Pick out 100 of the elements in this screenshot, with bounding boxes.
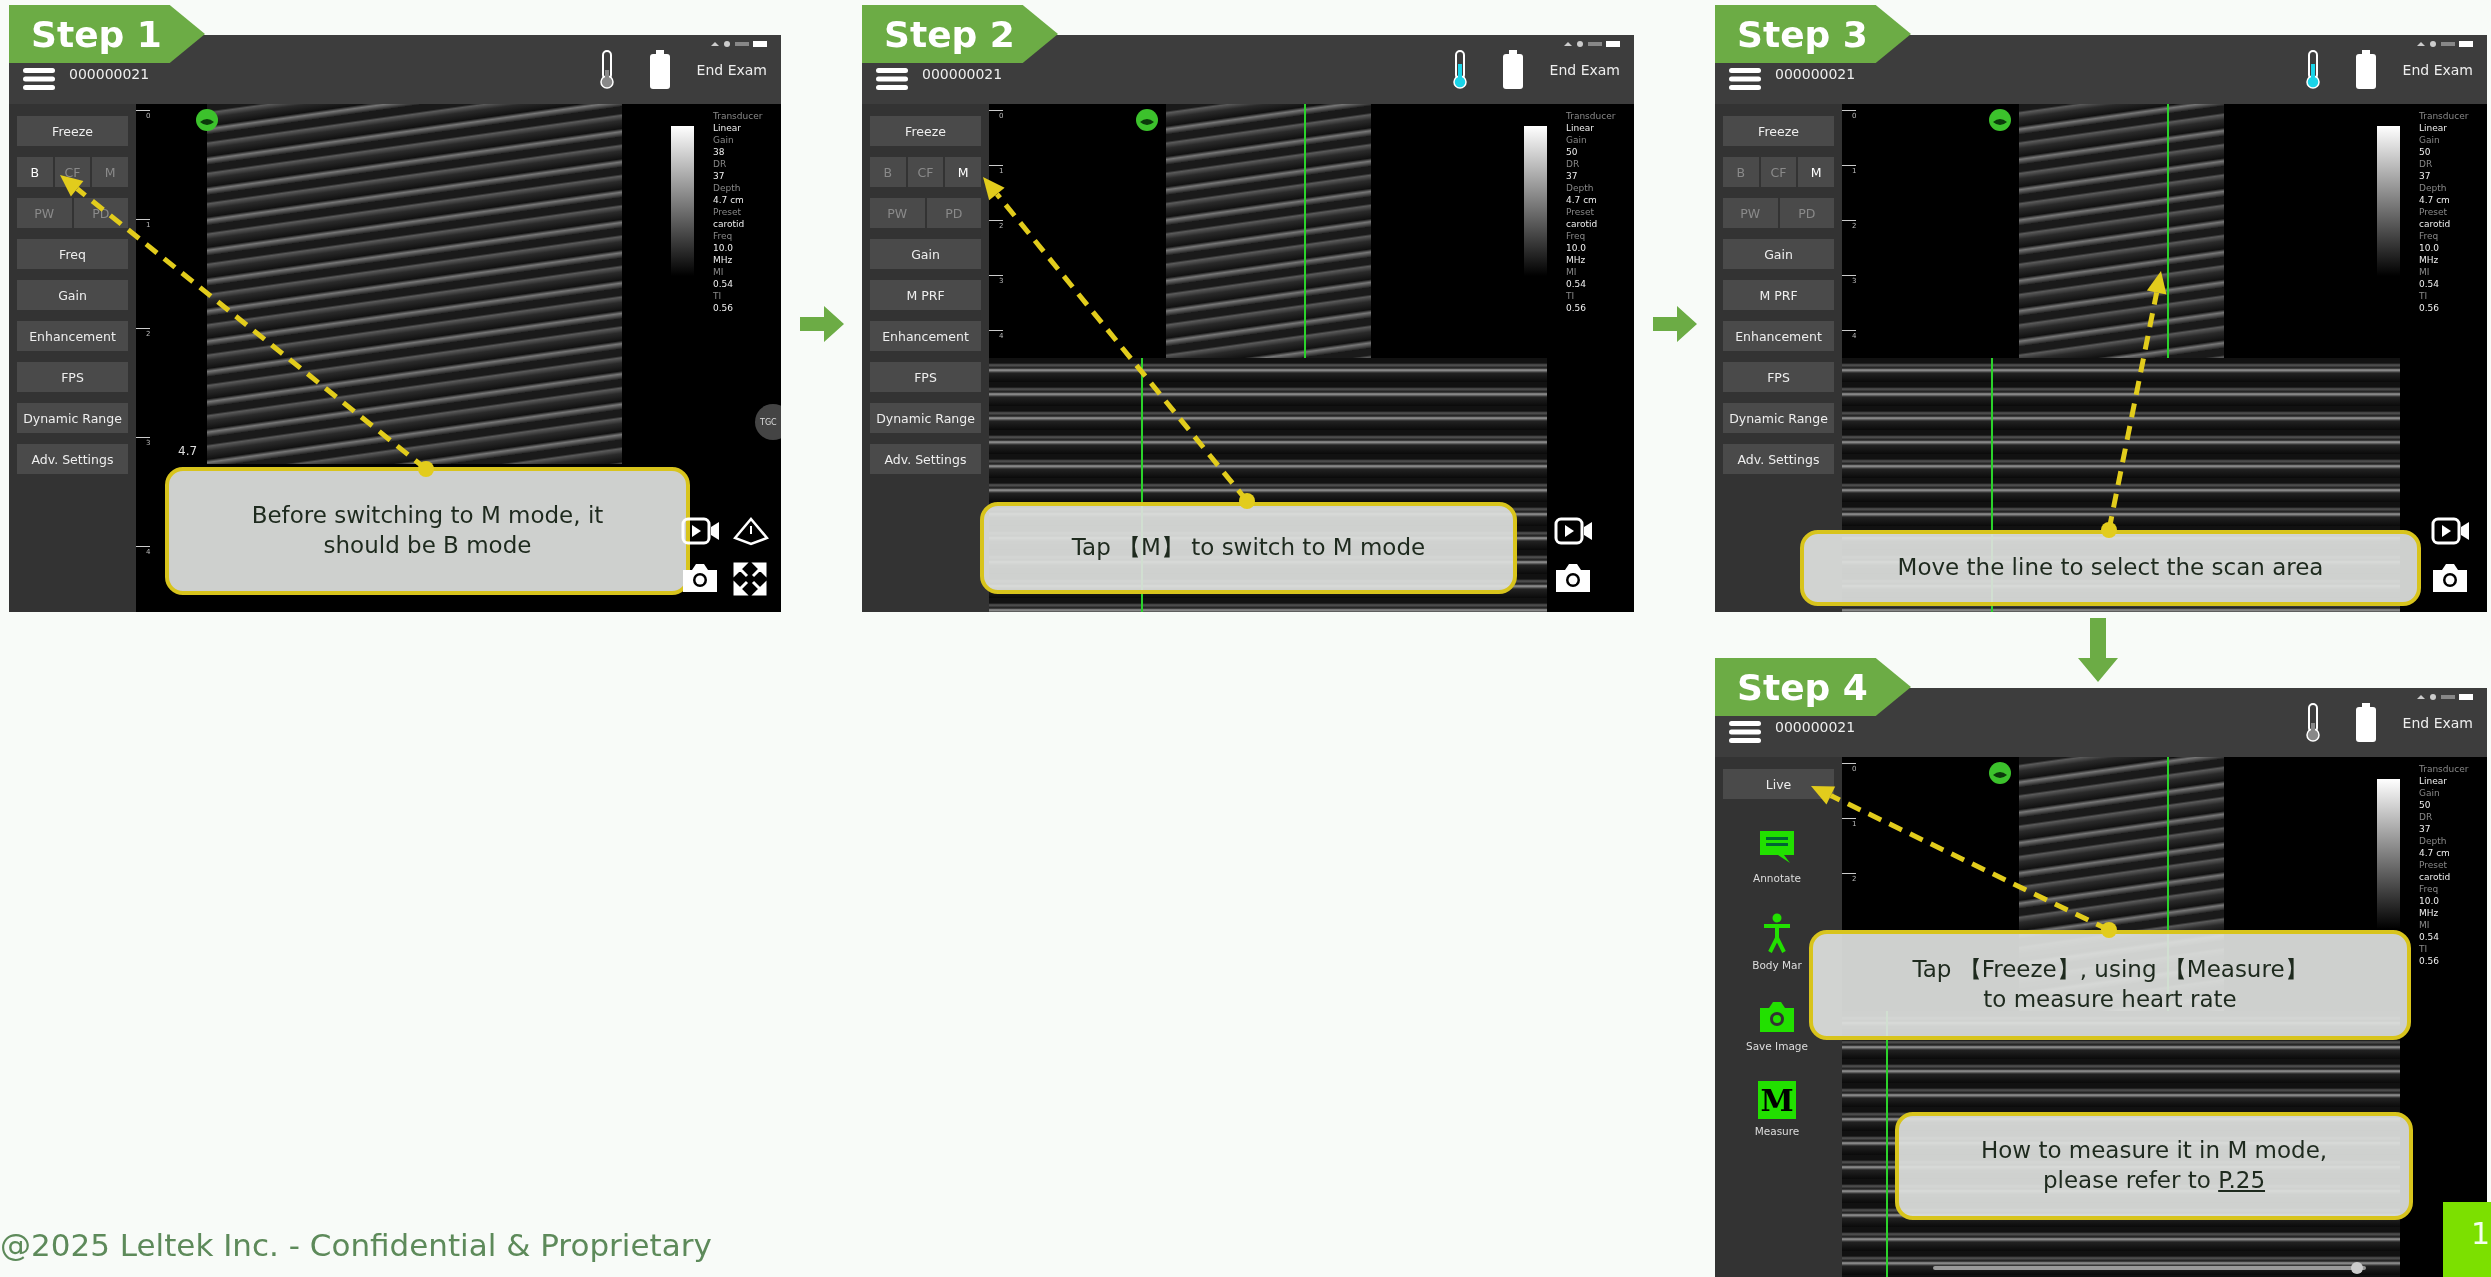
param-value: 10.0 xyxy=(713,242,735,254)
menu-icon[interactable] xyxy=(23,68,55,90)
param-value: 37 xyxy=(1566,170,1579,182)
sidebar-button[interactable]: Live xyxy=(1723,769,1834,799)
param-value: Linear xyxy=(1566,122,1595,134)
param-label: MI xyxy=(1566,266,1578,278)
sidebar-button[interactable]: Freeze xyxy=(17,116,128,146)
tgc-button[interactable]: TGC xyxy=(755,404,781,440)
sidebar-button[interactable]: Gain xyxy=(1723,239,1834,269)
tool-button[interactable]: M Measure xyxy=(1747,1081,1807,1137)
sidebar-button[interactable]: Adv. Settings xyxy=(870,444,981,474)
sidebar-button[interactable]: Enhancement xyxy=(17,321,128,351)
video-record-icon[interactable] xyxy=(2431,516,2471,546)
sidebar-button[interactable]: Dynamic Range xyxy=(870,403,981,433)
camera-icon xyxy=(1758,1000,1796,1034)
param-value: 4.7 cm xyxy=(713,194,745,206)
battery-icon xyxy=(648,49,671,90)
sidebar-button[interactable]: Freeze xyxy=(1723,116,1834,146)
tool-button[interactable]: Annotate xyxy=(1747,828,1807,884)
param-label: Depth xyxy=(2419,835,2448,847)
param-value: 50 xyxy=(2419,146,2432,158)
param-value: carotid xyxy=(2419,871,2452,883)
param-value: 10.0 xyxy=(1566,242,1588,254)
step-label: Step 1 xyxy=(9,5,205,63)
sidebar-button[interactable]: FPS xyxy=(870,362,981,392)
param-value: Linear xyxy=(2419,122,2448,134)
param-value: Linear xyxy=(2419,775,2448,787)
camera-icon[interactable] xyxy=(681,562,719,594)
param-unit: MHz xyxy=(713,254,734,266)
callout-text: Tap 【Freeze】, using 【Measure】 to measure heart rate xyxy=(1912,955,2308,1014)
param-label: MI xyxy=(2419,266,2431,278)
battery-icon xyxy=(1501,49,1524,90)
param-value: 37 xyxy=(2419,170,2432,182)
sidebar-button[interactable]: Freq xyxy=(17,239,128,269)
param-value: 0.54 xyxy=(2419,931,2441,943)
param-value: 0.56 xyxy=(2419,955,2441,967)
fullscreen-icon[interactable] xyxy=(733,562,767,596)
end-exam-button[interactable]: End Exam xyxy=(2402,714,2473,731)
warning-triangle-icon[interactable] xyxy=(733,516,769,546)
sidebar-button[interactable]: Enhancement xyxy=(870,321,981,351)
tool-button[interactable]: Save Image xyxy=(1747,1000,1807,1052)
page-link[interactable]: P.25 xyxy=(2218,1167,2266,1193)
param-label: Depth xyxy=(713,182,742,194)
video-record-icon[interactable] xyxy=(1554,516,1594,546)
footer-text: @2025 Leltek Inc. - Confidential & Proprietary xyxy=(0,1227,713,1263)
param-label: Freq xyxy=(713,230,734,242)
param-value: Linear xyxy=(713,122,742,134)
param-value: carotid xyxy=(713,218,746,230)
sidebar-button[interactable]: FPS xyxy=(1723,362,1834,392)
mode-button[interactable]: B xyxy=(17,157,53,187)
status-icons-drawing xyxy=(2415,693,2475,701)
menu-icon[interactable] xyxy=(1729,721,1761,743)
sidebar-button[interactable]: M PRF xyxy=(870,280,981,310)
param-unit: MHz xyxy=(1566,254,1587,266)
param-label: TI xyxy=(713,290,723,302)
param-value: 4.7 cm xyxy=(2419,194,2451,206)
param-value: carotid xyxy=(1566,218,1599,230)
camera-icon[interactable] xyxy=(1554,562,1592,594)
menu-icon[interactable] xyxy=(876,68,908,90)
sidebar-button[interactable]: Adv. Settings xyxy=(1723,444,1834,474)
param-value: 0.56 xyxy=(713,302,735,314)
tool-button[interactable]: Body Mar xyxy=(1747,913,1807,971)
menu-icon[interactable] xyxy=(1729,68,1761,90)
param-value: 0.54 xyxy=(713,278,735,290)
param-label: Transducer xyxy=(2419,110,2469,122)
param-value: 0.56 xyxy=(1566,302,1588,314)
end-exam-button[interactable]: End Exam xyxy=(2402,61,2473,78)
sidebar-button[interactable]: M PRF xyxy=(1723,280,1834,310)
battery-icon xyxy=(2354,702,2377,743)
end-exam-button[interactable]: End Exam xyxy=(696,61,767,78)
param-label: TI xyxy=(2419,943,2429,955)
sidebar-button[interactable]: Dynamic Range xyxy=(1723,403,1834,433)
battery-icon xyxy=(2354,49,2377,90)
param-label: MI xyxy=(713,266,725,278)
param-value: 37 xyxy=(2419,823,2432,835)
sidebar-button[interactable]: Gain xyxy=(17,280,128,310)
patient-id: 000000021 xyxy=(922,66,1003,82)
sidebar-button[interactable]: FPS xyxy=(17,362,128,392)
sidebar-button[interactable]: Adv. Settings xyxy=(17,444,128,474)
param-value: 0.56 xyxy=(2419,302,2441,314)
sidebar-button[interactable]: Enhancement xyxy=(1723,321,1834,351)
status-icons-drawing xyxy=(1562,40,1622,48)
sidebar-button[interactable]: Dynamic Range xyxy=(17,403,128,433)
camera-icon[interactable] xyxy=(2431,562,2469,594)
param-value: carotid xyxy=(2419,218,2452,230)
param-label: DR xyxy=(2419,158,2434,170)
param-label: TI xyxy=(2419,290,2429,302)
param-label: Preset xyxy=(1566,206,1596,218)
sidebar-button[interactable]: Freeze xyxy=(870,116,981,146)
video-record-icon[interactable] xyxy=(681,516,721,546)
depth-readout: 4.7 xyxy=(176,444,200,458)
end-exam-button[interactable]: End Exam xyxy=(1549,61,1620,78)
param-label: Freq xyxy=(1566,230,1587,242)
sidebar-button[interactable]: Gain xyxy=(870,239,981,269)
mode-button[interactable]: M xyxy=(1798,157,1834,187)
param-value: 50 xyxy=(1566,146,1579,158)
callout-text: Tap 【M】 to switch to M mode xyxy=(1071,533,1426,563)
patient-id: 000000021 xyxy=(69,66,150,82)
right-arrow-icon xyxy=(1652,305,1697,342)
mode-button[interactable]: M xyxy=(945,157,981,187)
